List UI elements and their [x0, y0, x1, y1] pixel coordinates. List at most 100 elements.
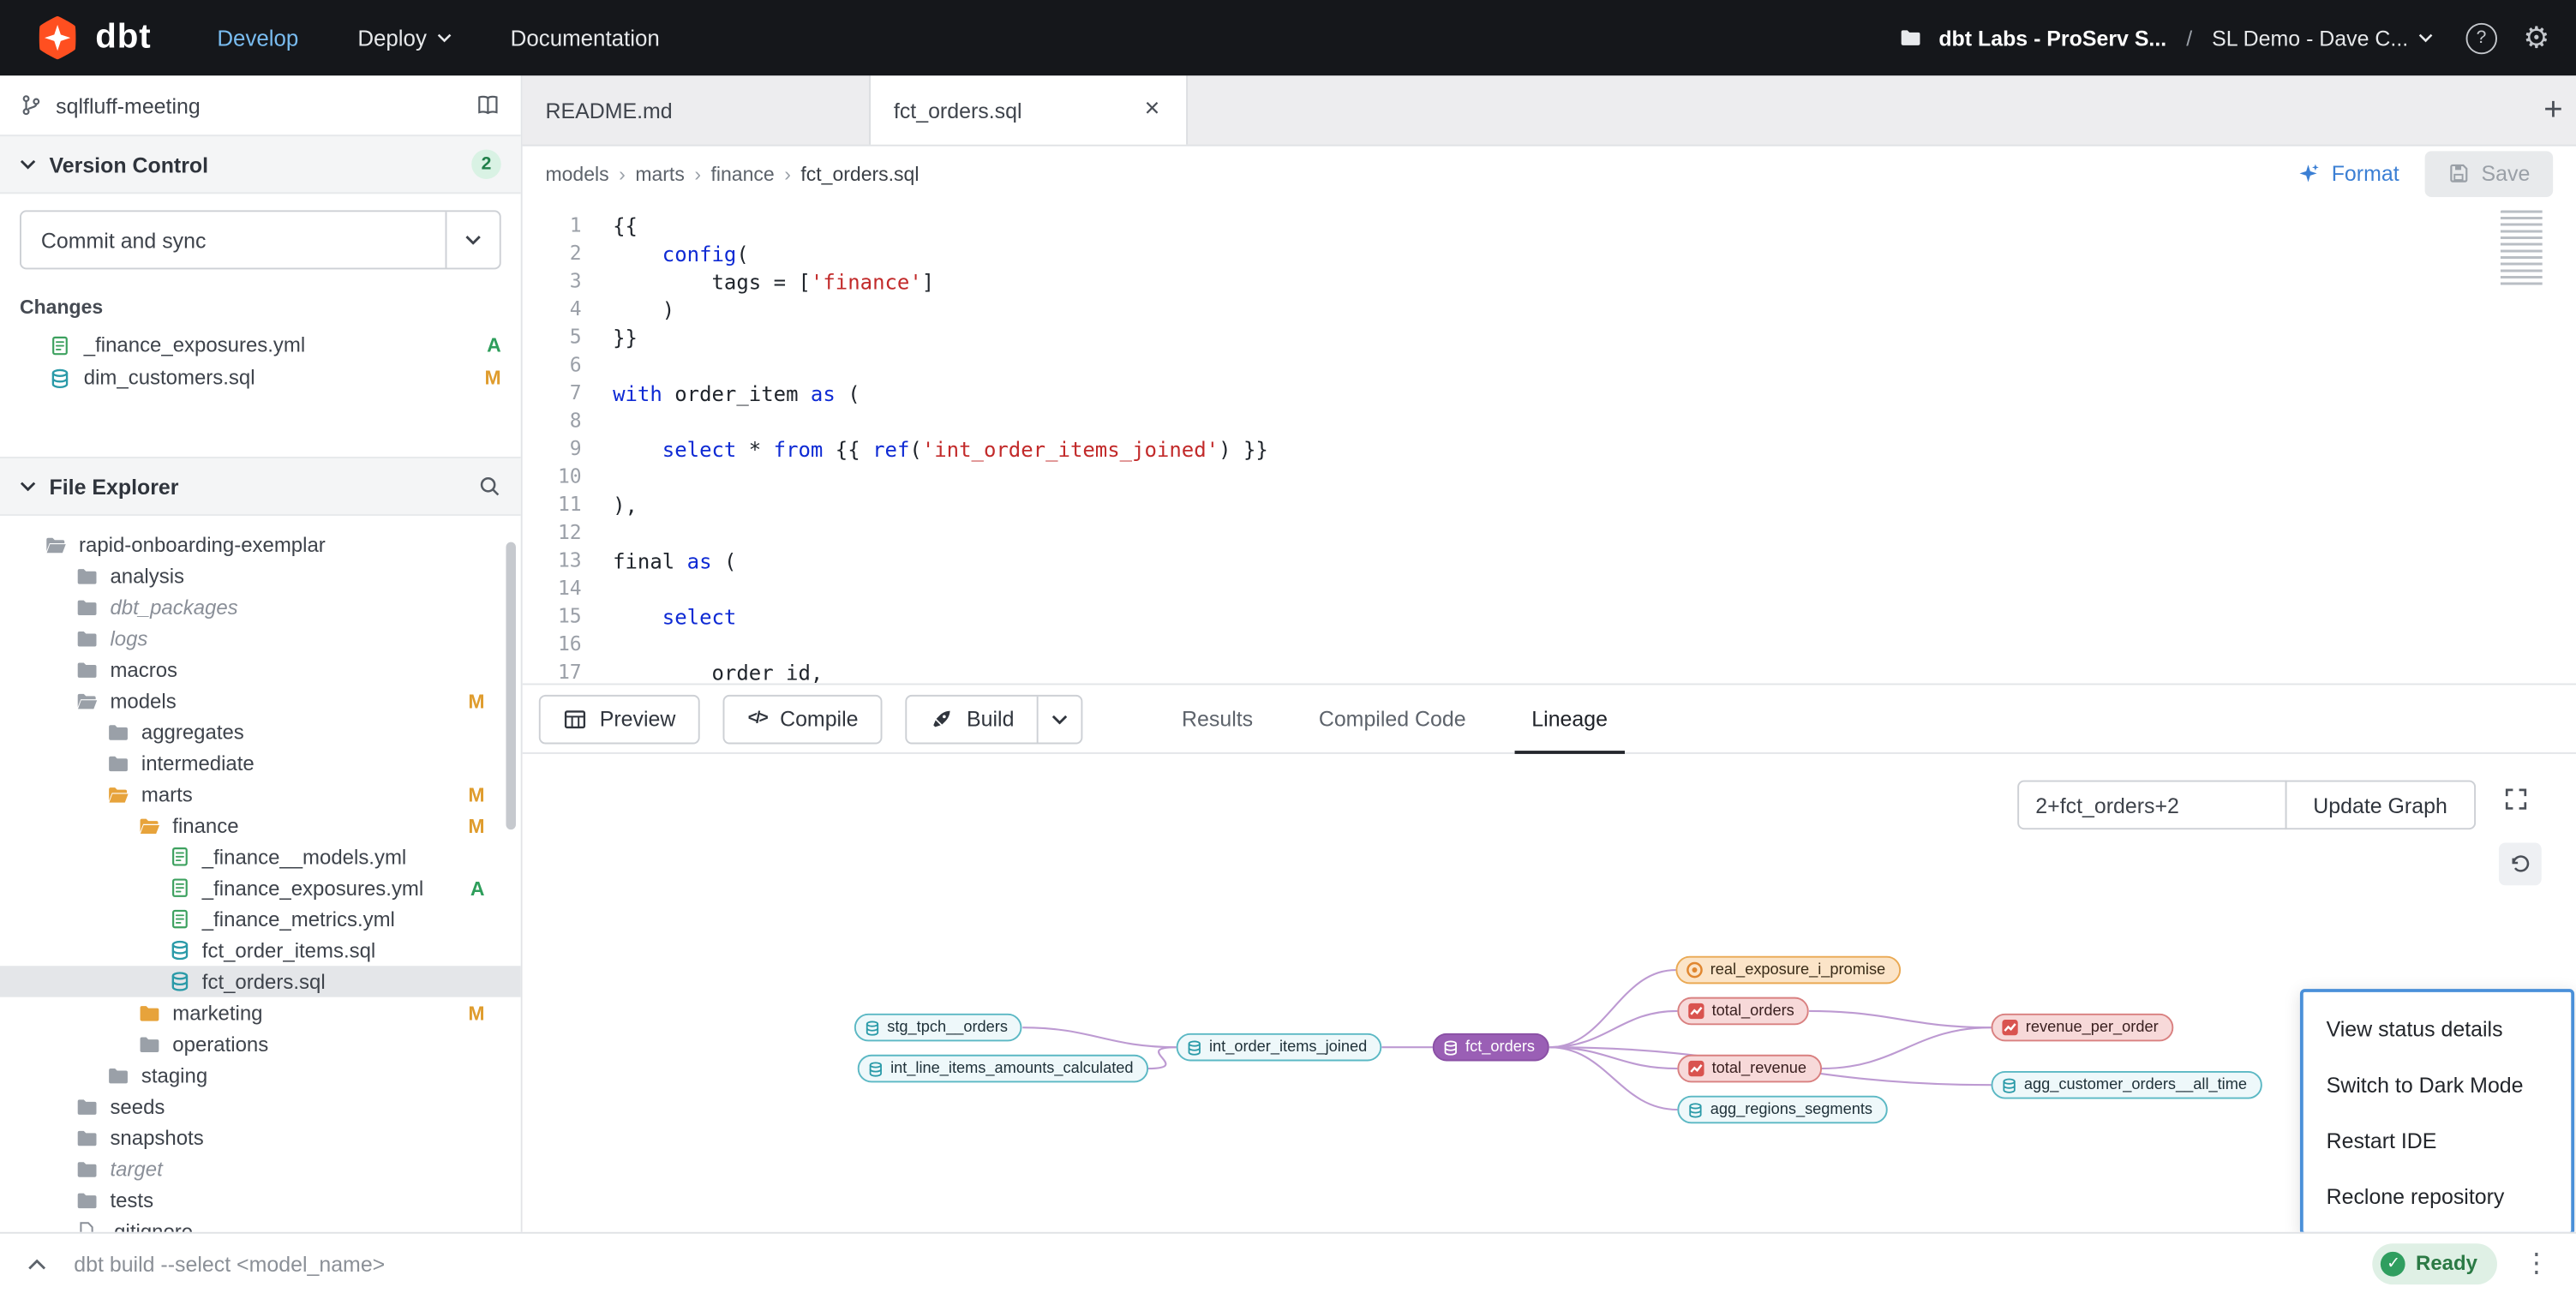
- commit-options-caret[interactable]: [446, 212, 500, 267]
- tab-fct-orders[interactable]: fct_orders.sql ×: [871, 75, 1188, 145]
- search-icon[interactable]: [478, 475, 501, 498]
- nav-documentation[interactable]: Documentation: [511, 26, 660, 51]
- version-control-header[interactable]: Version Control 2: [0, 135, 521, 194]
- lineage-node-agg_customer_orders__all_time[interactable]: agg_customer_orders__all_time: [1992, 1071, 2262, 1099]
- breadcrumb-item-fct_orders.sql[interactable]: fct_orders.sql: [800, 162, 919, 185]
- nav-deploy[interactable]: Deploy: [357, 26, 451, 51]
- commit-and-sync-button[interactable]: Commit and sync: [20, 210, 501, 269]
- tree-item-marketing[interactable]: marketingM: [0, 997, 521, 1028]
- tree-item-macros[interactable]: macros: [0, 654, 521, 685]
- lineage-node-int_order_items_joined[interactable]: int_order_items_joined: [1177, 1033, 1382, 1062]
- tab-readme[interactable]: README.md: [523, 75, 871, 145]
- reset-view-icon[interactable]: [2499, 842, 2542, 885]
- command-input[interactable]: dbt build --select <model_name>: [74, 1251, 2346, 1276]
- git-branch-indicator[interactable]: sqlfluff-meeting: [0, 75, 521, 135]
- line-number: 14: [523, 575, 582, 603]
- lineage-node-real_exposure_i_promise[interactable]: real_exposure_i_promise: [1675, 956, 1900, 985]
- line-number: 11: [523, 491, 582, 519]
- lineage-node-stg_tpch__orders[interactable]: stg_tpch__orders: [854, 1014, 1022, 1042]
- code-editor[interactable]: 1{{2 config(3 tags = ['finance']4 )5}}67…: [523, 201, 2576, 684]
- tree-item-aggregates[interactable]: aggregates: [0, 716, 521, 747]
- tree-item-intermediate[interactable]: intermediate: [0, 747, 521, 778]
- breadcrumb-sep-icon: ›: [619, 162, 626, 185]
- line-number: 5: [523, 324, 582, 352]
- new-tab-button[interactable]: +: [2543, 75, 2562, 145]
- chevron-up-icon[interactable]: [27, 1256, 48, 1271]
- file-tree: rapid-onboarding-exemplar analysisdbt_pac…: [0, 516, 521, 1232]
- code-line: 8: [523, 407, 2576, 435]
- update-graph-button[interactable]: Update Graph: [2285, 781, 2476, 830]
- tree-item-label: models: [110, 689, 176, 712]
- tree-item-fct_order_items.sql[interactable]: fct_order_items.sql: [0, 935, 521, 966]
- tab-lineage[interactable]: Lineage: [1528, 685, 1610, 752]
- minimap[interactable]: [2501, 210, 2556, 285]
- save-button[interactable]: Save: [2425, 150, 2553, 196]
- menu-item-reclone-repository[interactable]: Reclone repository: [2303, 1168, 2571, 1224]
- tree-item-marts[interactable]: martsM: [0, 779, 521, 810]
- changed-file-dim_customers.sql[interactable]: dim_customers.sqlM: [0, 362, 521, 394]
- tree-item-logs[interactable]: logs: [0, 623, 521, 654]
- tree-item-operations[interactable]: operations: [0, 1028, 521, 1059]
- account-selector[interactable]: dbt Labs - ProServ S...: [1938, 26, 2166, 51]
- command-bar: dbt build --select <model_name> ✓ Ready …: [0, 1232, 2576, 1293]
- tree-item-analysis[interactable]: analysis: [0, 560, 521, 591]
- help-icon[interactable]: ?: [2465, 22, 2496, 53]
- yml-doc-icon: [169, 877, 190, 899]
- tree-item-staging[interactable]: staging: [0, 1060, 521, 1091]
- tree-item-_finance_exposures.yml[interactable]: _finance_exposures.ymlA: [0, 872, 521, 903]
- tree-item-label: intermediate: [141, 751, 255, 775]
- compile-button[interactable]: </> Compile: [723, 694, 883, 744]
- tree-item-snapshots[interactable]: snapshots: [0, 1122, 521, 1152]
- project-selector[interactable]: SL Demo - Dave C...: [2212, 26, 2433, 51]
- tree-item-finance[interactable]: financeM: [0, 810, 521, 841]
- build-options-caret[interactable]: [1037, 696, 1081, 742]
- lineage-node-label: real_exposure_i_promise: [1710, 961, 1885, 979]
- file-tree-scrollbar[interactable]: [506, 542, 516, 829]
- tree-item-_finance_metrics.yml[interactable]: _finance_metrics.yml: [0, 903, 521, 934]
- lineage-node-int_line_items_amounts_calculated[interactable]: int_line_items_amounts_calculated: [858, 1055, 1148, 1083]
- tree-item-rapid-onboarding-exemplar[interactable]: rapid-onboarding-exemplar: [0, 529, 521, 560]
- lineage-canvas[interactable]: stg_tpch__orders int_line_items_amounts_c…: [523, 754, 2576, 1232]
- sidebar: sqlfluff-meeting Version Control 2 Commi…: [0, 75, 523, 1232]
- docs-book-icon[interactable]: [475, 93, 501, 117]
- changed-file-_finance_exposures.yml[interactable]: _finance_exposures.ymlA: [0, 328, 521, 361]
- tree-item-target[interactable]: target: [0, 1153, 521, 1184]
- menu-item-restart-ide[interactable]: Restart IDE: [2303, 1112, 2571, 1168]
- kebab-menu-icon[interactable]: ⋮: [2524, 1247, 2550, 1279]
- tree-item-tests[interactable]: tests: [0, 1184, 521, 1215]
- tree-item-dbt_packages[interactable]: dbt_packages: [0, 591, 521, 622]
- lineage-node-revenue_per_order[interactable]: revenue_per_order: [1992, 1014, 2173, 1042]
- tab-results[interactable]: Results: [1178, 685, 1256, 752]
- dbt-logo[interactable]: dbt: [33, 13, 151, 63]
- line-number: 3: [523, 267, 582, 296]
- tree-item-label: rapid-onboarding-exemplar: [79, 533, 326, 556]
- breadcrumb-item-finance[interactable]: finance: [711, 162, 775, 185]
- lineage-node-agg_regions_segments[interactable]: agg_regions_segments: [1677, 1096, 1887, 1124]
- fullscreen-icon[interactable]: [2504, 787, 2529, 811]
- line-number: 17: [523, 659, 582, 684]
- breadcrumb-item-marts[interactable]: marts: [635, 162, 685, 185]
- menu-item-switch-to-dark-mode[interactable]: Switch to Dark Mode: [2303, 1057, 2571, 1112]
- lineage-node-total_orders[interactable]: total_orders: [1677, 997, 1809, 1026]
- nav-develop[interactable]: Develop: [217, 26, 298, 51]
- lineage-selector-input[interactable]: 2+fct_orders+2: [2017, 781, 2286, 830]
- tree-item-seeds[interactable]: seeds: [0, 1091, 521, 1122]
- rocket-icon: [931, 707, 954, 730]
- tree-item-label: macros: [110, 658, 177, 681]
- lineage-node-label: stg_tpch__orders: [887, 1019, 1008, 1037]
- close-icon[interactable]: ×: [1141, 95, 1164, 125]
- tab-compiled-code[interactable]: Compiled Code: [1315, 685, 1469, 752]
- lineage-node-fct_orders[interactable]: fct_orders: [1433, 1033, 1550, 1062]
- preview-button[interactable]: Preview: [539, 694, 700, 744]
- breadcrumb-item-models[interactable]: models: [545, 162, 608, 185]
- file-explorer-header[interactable]: File Explorer: [0, 457, 521, 516]
- build-button[interactable]: Build: [908, 696, 1037, 742]
- format-button[interactable]: Format: [2297, 161, 2399, 186]
- tree-item-fct_orders.sql[interactable]: fct_orders.sql: [0, 966, 521, 997]
- menu-item-view-status-details[interactable]: View status details: [2303, 1001, 2571, 1057]
- tree-item-.gitignore[interactable]: .gitignore: [0, 1216, 521, 1232]
- tree-item-models[interactable]: modelsM: [0, 685, 521, 715]
- lineage-node-total_revenue[interactable]: total_revenue: [1677, 1055, 1821, 1083]
- gear-icon[interactable]: ⚙: [2523, 23, 2549, 53]
- tree-item-_finance__models.yml[interactable]: _finance__models.yml: [0, 841, 521, 872]
